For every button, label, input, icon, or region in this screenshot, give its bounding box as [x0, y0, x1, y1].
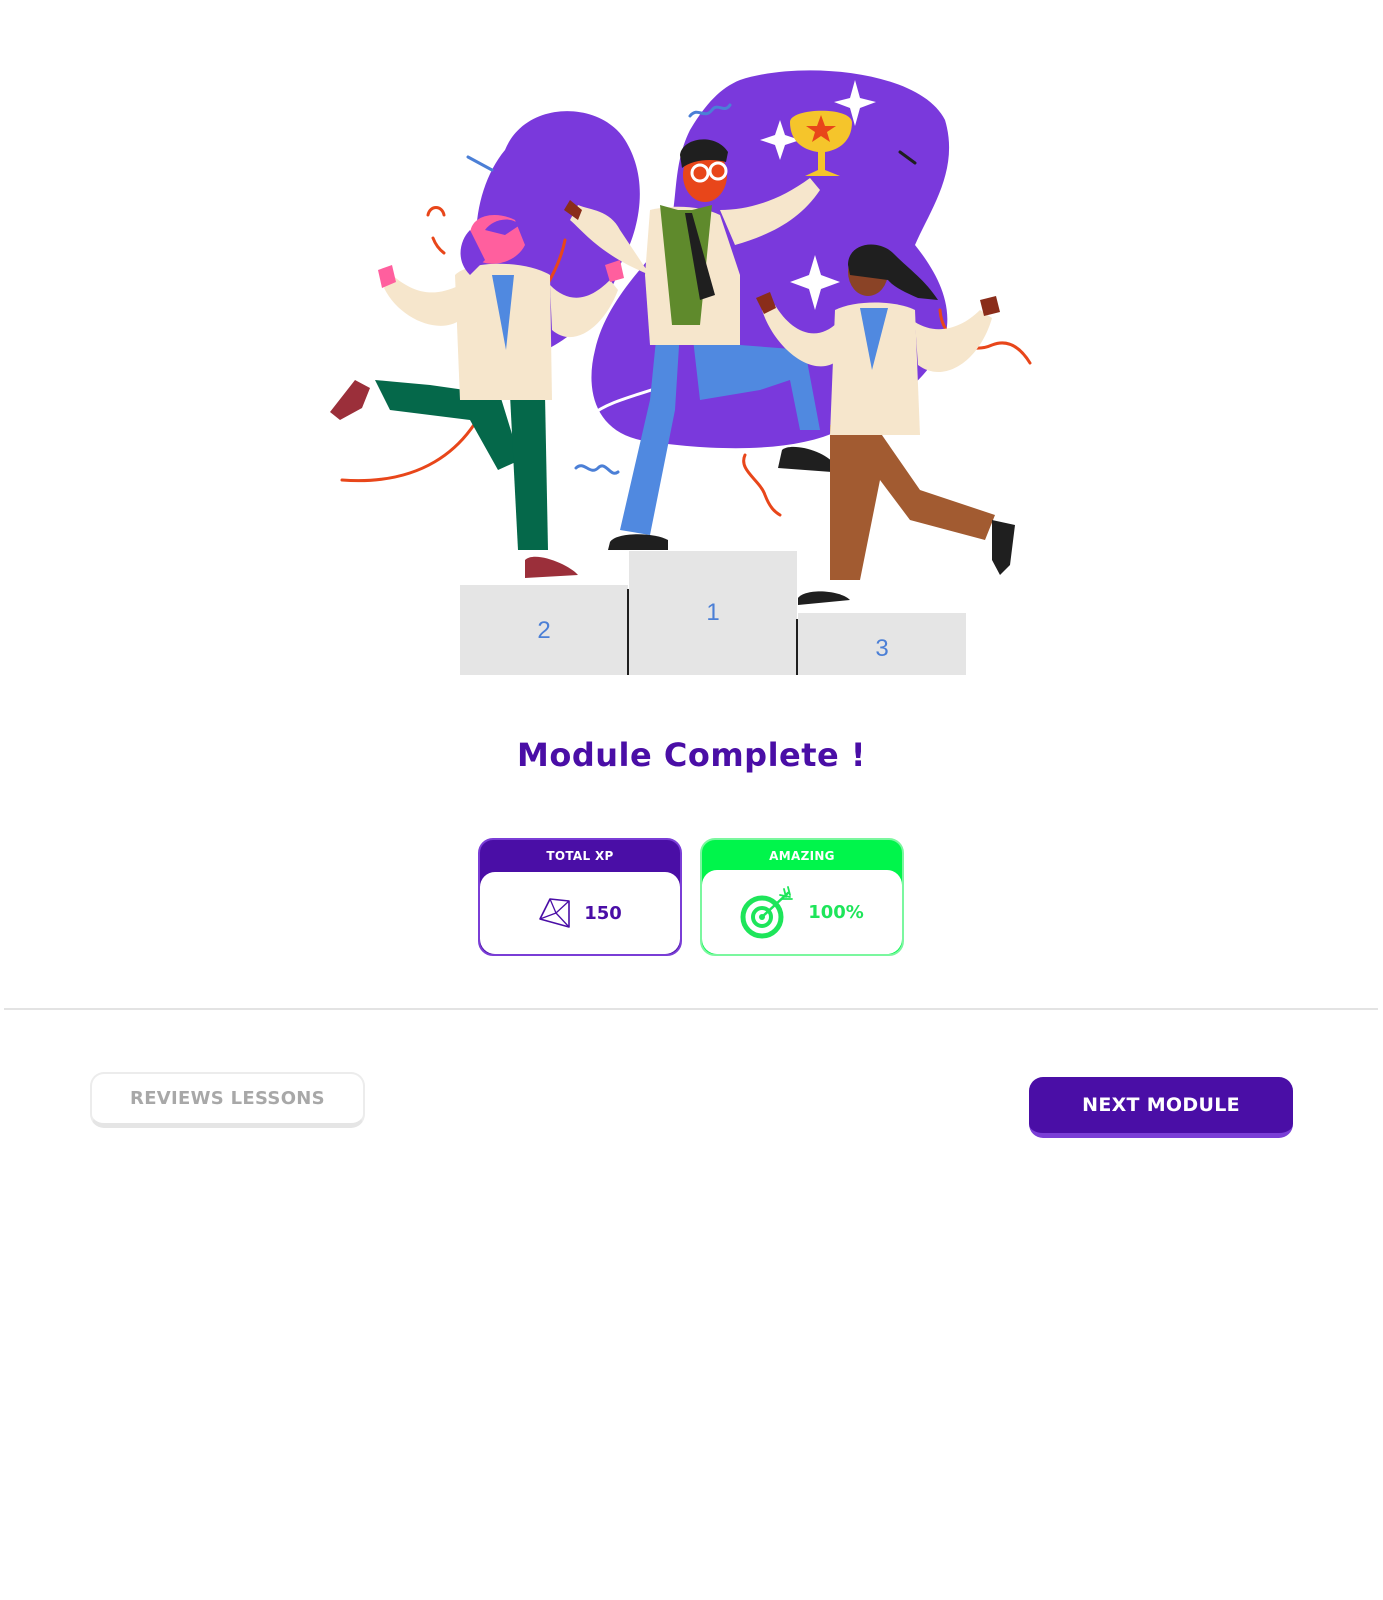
target-icon	[740, 886, 794, 939]
total-xp-body: 150	[480, 872, 680, 954]
accuracy-card: AMAZING 100%	[700, 838, 904, 956]
footer-divider	[4, 1008, 1378, 1010]
accuracy-body: 100%	[702, 870, 902, 954]
celebration-illustration: 2 1 3	[330, 70, 1032, 675]
podium-number-first: 1	[706, 599, 719, 626]
podium-number-third: 3	[875, 635, 888, 662]
podium-number-second: 2	[537, 617, 550, 644]
diamond-icon	[539, 898, 571, 928]
total-xp-card: TOTAL XP 150	[478, 838, 682, 956]
accuracy-value: 100%	[808, 901, 864, 923]
total-xp-label: TOTAL XP	[546, 849, 614, 863]
accuracy-label: AMAZING	[769, 849, 835, 863]
review-lessons-button[interactable]: REVIEWS LESSONS	[90, 1072, 365, 1128]
next-module-button[interactable]: NEXT MODULE	[1029, 1077, 1293, 1138]
page-title: Module Complete !	[517, 736, 866, 774]
total-xp-value: 150	[584, 902, 622, 924]
